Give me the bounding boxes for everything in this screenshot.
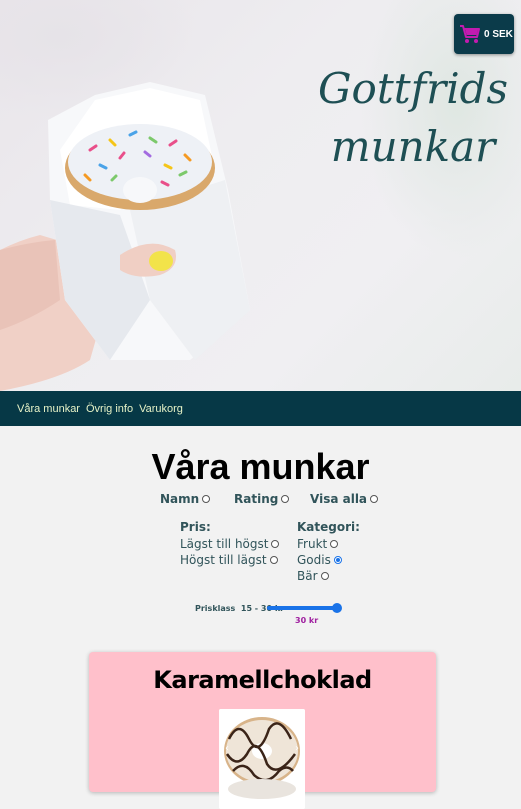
donut-product-image	[219, 709, 305, 809]
main-navigation: Våra munkar Övrig info Varukorg	[0, 391, 521, 426]
category-frukt-label: Frukt	[297, 537, 328, 551]
price-low-to-high-label: Lägst till högst	[180, 537, 269, 551]
logo-line-2: munkar	[330, 122, 496, 171]
price-low-to-high-radio[interactable]	[271, 540, 280, 548]
nav-link-ovrig-info[interactable]: Övrig info	[86, 403, 133, 415]
sort-option-rating-label: Rating	[234, 492, 279, 506]
donut-in-hand-image	[0, 82, 250, 391]
sort-option-name-label: Namn	[160, 492, 200, 506]
price-high-to-low-radio[interactable]	[269, 556, 278, 564]
product-card: Karamellchoklad ‹ ›	[89, 652, 436, 809]
price-filter: Pris: Lägst till högst Högst till lägst	[180, 520, 280, 568]
nav-link-varukorg[interactable]: Varukorg	[139, 403, 183, 415]
price-range-track[interactable]	[267, 606, 337, 610]
sort-name-radio[interactable]	[202, 495, 211, 503]
category-godis-radio[interactable]	[333, 556, 342, 564]
carousel-prev-icon[interactable]: ‹	[225, 743, 229, 754]
category-bar-radio[interactable]	[320, 572, 329, 580]
nav-link-vara-munkar[interactable]: Våra munkar	[17, 403, 80, 415]
price-range-thumb[interactable]	[332, 603, 342, 613]
hero-banner: Gottfrids munkar 0 SEK	[0, 0, 521, 391]
sort-option-rating[interactable]: Rating	[234, 492, 290, 506]
category-frukt-radio[interactable]	[330, 540, 339, 548]
category-filter-heading: Kategori:	[297, 520, 360, 534]
price-high-to-low[interactable]: Högst till lägst	[180, 552, 279, 568]
sort-rating-radio[interactable]	[281, 495, 290, 503]
category-frukt[interactable]: Frukt	[297, 536, 360, 552]
price-low-to-high[interactable]: Lägst till högst	[180, 536, 280, 552]
price-range-filter: Prisklass 15 - 30 kr 30 kr	[195, 602, 355, 632]
brand-logo[interactable]: Gottfrids munkar	[318, 60, 508, 176]
cart-total: 0 SEK	[484, 28, 513, 40]
price-filter-heading: Pris:	[180, 520, 211, 534]
price-range-value: 30 kr	[295, 616, 319, 625]
category-bar-label: Bär	[297, 569, 318, 583]
category-filter: Kategori: Frukt Godis Bär	[297, 520, 360, 584]
sort-option-show-all[interactable]: Visa alla	[310, 492, 379, 506]
cart-button[interactable]: 0 SEK	[454, 14, 514, 54]
price-high-to-low-label: Högst till lägst	[180, 553, 267, 567]
shopping-cart-icon	[460, 25, 480, 43]
sort-show-all-radio[interactable]	[370, 495, 379, 503]
page-title: Våra munkar	[151, 446, 370, 487]
main-content: Våra munkar Namn Rating Visa alla Pris: …	[0, 426, 521, 809]
sort-option-name[interactable]: Namn	[160, 492, 211, 506]
category-godis-label: Godis	[297, 553, 331, 567]
sort-options: Namn Rating Visa alla	[0, 492, 521, 508]
product-image-carousel: ‹ ›	[219, 709, 305, 809]
logo-line-1: Gottfrids	[318, 64, 509, 113]
product-name: Karamellchoklad	[153, 666, 372, 694]
category-bar[interactable]: Bär	[297, 568, 360, 584]
category-godis[interactable]: Godis	[297, 552, 360, 568]
sort-option-show-all-label: Visa alla	[310, 492, 368, 506]
carousel-next-icon[interactable]: ›	[295, 743, 299, 754]
